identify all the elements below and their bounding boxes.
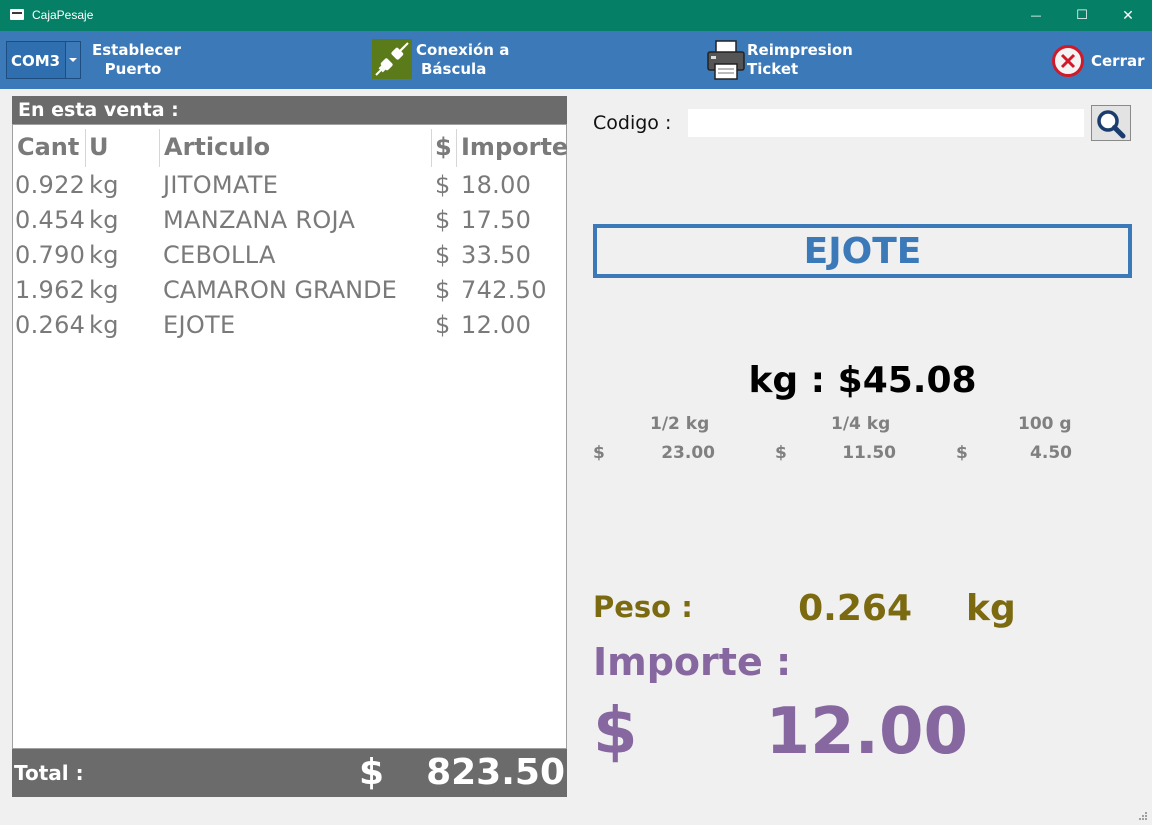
resize-grip-icon[interactable]	[1138, 806, 1148, 820]
cell-currency: $	[435, 276, 451, 304]
reprint-ticket-label[interactable]: Reimpresion Ticket	[747, 41, 853, 79]
amount-currency: $	[593, 695, 638, 769]
minimize-button[interactable]: —	[1013, 0, 1059, 31]
amount-value: 12.00	[765, 695, 968, 769]
set-port-label-line1: Establecer	[92, 41, 181, 59]
column-header-qty[interactable]: Cant	[17, 133, 79, 161]
search-button[interactable]	[1091, 105, 1131, 141]
sale-total-bar: Total : $ 823.50	[12, 749, 567, 797]
set-port-label-line2: Puerto	[104, 60, 162, 78]
connect-scale-label[interactable]: Conexión a Báscula	[416, 41, 510, 79]
cell-amount: 12.00	[461, 311, 532, 339]
minimize-icon: —	[1030, 9, 1042, 22]
maximize-button[interactable]: ☐	[1059, 0, 1105, 31]
connect-label-line2: Báscula	[421, 60, 487, 78]
column-divider	[159, 129, 160, 167]
close-window-button[interactable]: ✕	[1105, 0, 1151, 31]
fraction-label-100g: 100 g	[1018, 414, 1072, 434]
total-value: 823.50	[426, 752, 565, 793]
weight-unit: kg	[966, 588, 1016, 629]
title-bar: CajaPesaje — ☐ ✕	[0, 0, 1152, 31]
cell-amount: 742.50	[461, 276, 547, 304]
fraction-value-half: 23.00	[661, 443, 715, 463]
weight-value: 0.264	[798, 588, 912, 629]
column-header-currency[interactable]: $	[435, 133, 452, 161]
sale-items-grid[interactable]: Cant U Articulo $ Importe 0.922 kg JITOM…	[12, 124, 568, 749]
set-port-button[interactable]: Establecer Puerto	[92, 41, 181, 79]
cell-amount: 17.50	[461, 206, 532, 234]
maximize-icon: ☐	[1076, 8, 1088, 23]
fraction-value-100g: 4.50	[1030, 443, 1072, 463]
chevron-down-icon[interactable]	[65, 42, 80, 78]
cell-currency: $	[435, 311, 451, 339]
column-header-item[interactable]: Articulo	[164, 133, 270, 161]
fraction-value-quarter: 11.50	[842, 443, 896, 463]
fraction-currency-half: $	[593, 443, 605, 463]
reprint-label-line2: Ticket	[747, 60, 799, 78]
column-divider	[85, 129, 86, 167]
printer-icon	[707, 40, 745, 80]
code-label: Codigo :	[593, 112, 672, 134]
cell-qty: 0.264	[15, 311, 86, 339]
reprint-ticket-button[interactable]	[706, 39, 746, 81]
cell-item: CEBOLLA	[163, 241, 276, 269]
price-currency: $	[837, 360, 863, 401]
total-label: Total :	[14, 761, 84, 785]
cell-qty: 0.922	[15, 171, 86, 199]
fraction-label-half: 1/2 kg	[650, 414, 710, 434]
cell-unit: kg	[89, 241, 119, 269]
cell-item: MANZANA ROJA	[163, 206, 356, 234]
cell-currency: $	[435, 171, 451, 199]
price-prefix: kg :	[748, 360, 838, 401]
search-icon	[1097, 110, 1126, 139]
cell-qty: 1.962	[15, 276, 86, 304]
fraction-label-quarter: 1/4 kg	[831, 414, 891, 434]
weight-label: Peso :	[593, 590, 693, 624]
cell-qty: 0.790	[15, 241, 86, 269]
table-row[interactable]: 0.922 kg JITOMATE $ 18.00	[13, 171, 566, 206]
close-app-button[interactable]: Cerrar	[1051, 44, 1145, 78]
toolbar: COM3 Establecer Puerto Conexión a Báscul…	[0, 31, 1152, 89]
product-name: EJOTE	[593, 224, 1132, 278]
window-title: CajaPesaje	[32, 8, 94, 22]
table-row[interactable]: 0.454 kg MANZANA ROJA $ 17.50	[13, 206, 566, 241]
reprint-label-line1: Reimpresion	[747, 41, 853, 59]
column-divider	[431, 129, 432, 167]
price-value: 45.08	[862, 360, 977, 401]
column-divider	[456, 129, 457, 167]
cell-qty: 0.454	[15, 206, 86, 234]
cell-item: EJOTE	[163, 311, 236, 339]
cell-item: JITOMATE	[163, 171, 279, 199]
column-header-amount[interactable]: Importe	[461, 133, 568, 161]
code-input[interactable]	[688, 109, 1084, 137]
close-circle-icon	[1052, 45, 1084, 77]
total-currency: $	[359, 752, 385, 793]
cell-amount: 33.50	[461, 241, 532, 269]
close-label: Cerrar	[1091, 52, 1145, 70]
port-select[interactable]: COM3	[6, 41, 81, 79]
cell-currency: $	[435, 241, 451, 269]
amount-label: Importe :	[593, 640, 792, 684]
fraction-currency-100g: $	[956, 443, 968, 463]
cell-item: CAMARON GRANDE	[163, 276, 397, 304]
close-icon: ✕	[1122, 7, 1134, 24]
column-header-unit[interactable]: U	[89, 133, 109, 161]
plug-icon	[372, 39, 412, 79]
connect-scale-button[interactable]	[372, 39, 412, 79]
cell-currency: $	[435, 206, 451, 234]
connect-label-line1: Conexión a	[416, 41, 510, 59]
fraction-currency-quarter: $	[775, 443, 787, 463]
cell-unit: kg	[89, 171, 119, 199]
table-row[interactable]: 0.790 kg CEBOLLA $ 33.50	[13, 241, 566, 276]
cell-unit: kg	[89, 206, 119, 234]
cell-unit: kg	[89, 311, 119, 339]
table-row[interactable]: 0.264 kg EJOTE $ 12.00	[13, 311, 566, 346]
sale-header: En esta venta :	[12, 96, 567, 124]
port-select-value: COM3	[11, 52, 61, 70]
table-row[interactable]: 1.962 kg CAMARON GRANDE $ 742.50	[13, 276, 566, 311]
price-per-kg: kg : $45.08	[593, 360, 1132, 401]
cell-amount: 18.00	[461, 171, 532, 199]
cell-unit: kg	[89, 276, 119, 304]
app-icon	[10, 9, 24, 20]
